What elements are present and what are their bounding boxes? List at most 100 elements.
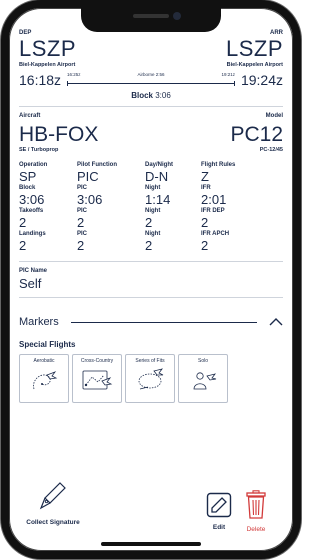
cell-value: Z: [201, 169, 209, 184]
cell-label: Operation: [19, 162, 48, 168]
block-value: 3:06: [155, 91, 171, 100]
special-flight-label: Aerobatic: [33, 358, 55, 364]
collect-signature-label: Collect Signature: [26, 519, 80, 526]
divider: [19, 261, 283, 262]
delete-button[interactable]: Delete: [241, 490, 271, 533]
cell-value: D-N: [145, 169, 169, 184]
block-label: Block: [131, 91, 153, 100]
cell-value: 2: [77, 215, 85, 230]
grid-cell[interactable]: IFR DEP 2: [201, 207, 283, 230]
aerobatic-plane-icon: [33, 371, 58, 390]
grid-cell[interactable]: PIC 2: [77, 230, 145, 253]
aircraft-class: SE / Turboprop: [19, 147, 59, 153]
cell-label: IFR APCH: [201, 231, 230, 237]
cell-value: 1:14: [145, 192, 171, 207]
delete-label: Delete: [246, 526, 266, 533]
pic-name-field[interactable]: PIC Name Self: [19, 268, 283, 291]
grid-cell[interactable]: Pilot Function PIC: [77, 161, 145, 184]
special-flight-label: Series of Fits: [135, 358, 165, 364]
cell-value: 2: [19, 238, 27, 253]
cell-label: PIC: [77, 208, 88, 214]
special-flights-list: Aerobatic Cross-Country Series of Fits S…: [19, 354, 283, 403]
dep-airport-name: Biel-Kappelen Airport: [19, 62, 76, 68]
cell-label: Night: [145, 208, 161, 214]
arr-code[interactable]: LSZP: [226, 36, 283, 62]
grid-cell[interactable]: IFR APCH 2: [201, 230, 283, 253]
divider: [19, 106, 283, 107]
home-indicator[interactable]: [101, 542, 201, 546]
markers-title: Markers: [19, 316, 59, 328]
model-label: Model: [265, 113, 283, 119]
divider: [19, 297, 283, 298]
grid-cell[interactable]: PIC 2: [77, 207, 145, 230]
cell-value: 2: [19, 215, 27, 230]
grid-cell[interactable]: Landings 2: [19, 230, 77, 253]
cell-value: SP: [19, 169, 37, 184]
grid-cell[interactable]: Flight Rules Z: [201, 161, 283, 184]
airborne-time: Airborne 2:56: [137, 72, 165, 77]
aircraft-label: Aircraft: [19, 113, 41, 119]
pic-name-value: Self: [19, 276, 42, 291]
cell-value: 2: [201, 215, 209, 230]
block-times: 16:18z 16:25z Airborne 2:56 19:21z 19:24…: [19, 72, 283, 88]
cross-country-route-icon: [82, 370, 113, 390]
cell-label: PIC: [77, 231, 88, 237]
grid-cell[interactable]: Night 2: [145, 207, 201, 230]
cell-label: Day/Night: [145, 162, 174, 168]
cell-label: Flight Rules: [201, 162, 236, 168]
grid-cell[interactable]: PIC 3:06: [77, 184, 145, 207]
pic-name-label: PIC Name: [19, 268, 48, 274]
landing-time: 19:21z: [221, 72, 235, 77]
cell-label: PIC: [77, 185, 88, 191]
cell-value: 3:06: [19, 192, 45, 207]
cell-value: 2: [145, 238, 153, 253]
route-codes: LSZP Biel-Kappelen Airport LSZP Biel-Kap…: [19, 36, 283, 68]
cell-value: 3:06: [77, 192, 103, 207]
special-flight-series-of-fits[interactable]: Series of Fits: [125, 354, 175, 403]
timeline-bar: [67, 81, 235, 85]
dep-code[interactable]: LSZP: [19, 36, 76, 62]
action-bar: Collect Signature Edit Delete: [19, 480, 283, 540]
grid-cell[interactable]: Takeoffs 2: [19, 207, 77, 230]
special-flight-label: Solo: [197, 358, 208, 364]
grid-cell[interactable]: Night 2: [145, 230, 201, 253]
solo-pilot-icon: [193, 372, 217, 390]
off-block-time: 16:18z: [19, 72, 62, 88]
cell-label: Pilot Function: [77, 162, 117, 168]
chevron-up-icon[interactable]: [269, 317, 283, 327]
special-flight-aerobatic[interactable]: Aerobatic: [19, 354, 69, 403]
flight-detail-screen: DEP ARR LSZP Biel-Kappelen Airport LSZP …: [9, 8, 293, 551]
cell-value: PIC: [77, 169, 99, 184]
block-time: Block 3:06: [19, 91, 283, 100]
aircraft-labels: Aircraft Model: [19, 113, 283, 119]
edit-button[interactable]: Edit: [205, 492, 233, 531]
grid-cell[interactable]: Operation SP: [19, 161, 77, 184]
fountain-pen-icon: [39, 482, 66, 510]
aircraft-registration[interactable]: HB-FOX: [19, 123, 98, 147]
cell-label: Night: [145, 231, 161, 237]
grid-cell[interactable]: IFR 2:01: [201, 184, 283, 207]
grid-cell[interactable]: Block 3:06: [19, 184, 77, 207]
cell-label: Landings: [19, 231, 46, 237]
series-of-fits-icon: [138, 368, 164, 390]
special-flight-cross-country[interactable]: Cross-Country: [72, 354, 122, 403]
flight-times-grid: Operation SP Pilot Function PIC Day/Night D…: [19, 161, 283, 253]
cell-label: Block: [19, 185, 36, 191]
edit-label: Edit: [212, 524, 226, 531]
markers-section-toggle[interactable]: Markers: [19, 316, 283, 328]
aircraft-variant: PC-12/45: [259, 147, 283, 153]
grid-cell[interactable]: Night 1:14: [145, 184, 201, 207]
markers-line: [70, 321, 257, 323]
cell-value: 2:01: [201, 192, 227, 207]
collect-signature-button[interactable]: Collect Signature: [25, 480, 81, 527]
aircraft-model[interactable]: PC12: [230, 123, 283, 147]
special-flight-solo[interactable]: Solo: [178, 354, 228, 403]
cell-value: 2: [201, 238, 209, 253]
phone-frame: DEP ARR LSZP Biel-Kappelen Airport LSZP …: [1, 0, 301, 559]
grid-cell[interactable]: Day/Night D-N: [145, 161, 201, 184]
trash-icon: [246, 490, 266, 519]
cell-label: Takeoffs: [19, 208, 44, 214]
special-flight-label: Cross-Country: [80, 358, 114, 364]
takeoff-time: 16:25z: [67, 72, 81, 77]
cell-label: IFR DEP: [201, 208, 225, 214]
